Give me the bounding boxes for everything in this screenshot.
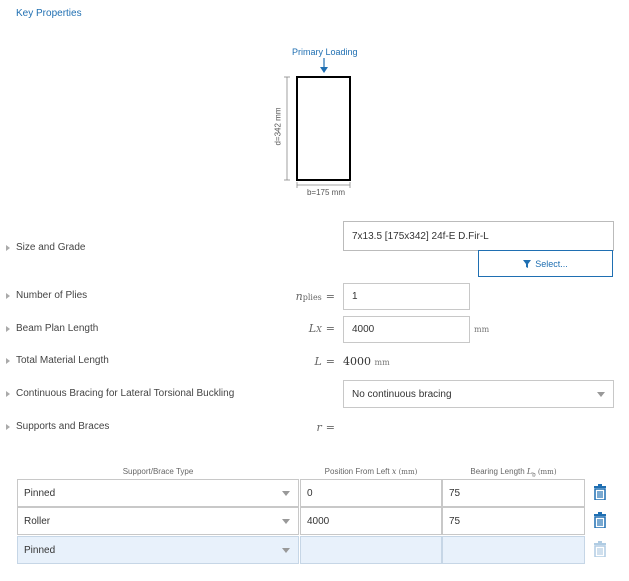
- expand-icon: [6, 244, 10, 251]
- size-grade-display: 7x13.5 [175x342] 24f-E D.Fir-L: [343, 221, 614, 251]
- beam-section-rect: [296, 76, 351, 181]
- chevron-down-icon: [282, 519, 290, 524]
- size-grade-label: Size and Grade: [16, 242, 86, 253]
- size-grade-row-label[interactable]: Size and Grade: [6, 242, 86, 253]
- expand-icon: [6, 357, 10, 364]
- material-length-label: Total Material Length: [16, 355, 109, 366]
- trash-icon[interactable]: [593, 512, 607, 528]
- loading-arrow-head: [320, 67, 328, 73]
- expand-icon: [6, 292, 10, 299]
- section-title[interactable]: Key Properties: [16, 8, 82, 19]
- plan-length-row-label[interactable]: Beam Plan Length: [6, 323, 98, 334]
- material-length-unit: mm: [374, 358, 390, 367]
- bearing-length-value: 75: [449, 515, 461, 527]
- supports-label: Supports and Braces: [16, 421, 110, 432]
- support-type-select[interactable]: Roller: [17, 507, 299, 535]
- support-type-select[interactable]: Pinned: [17, 479, 299, 507]
- bearing-length-value: 75: [449, 487, 461, 499]
- plan-length-label: Beam Plan Length: [16, 323, 99, 334]
- plan-length-unit: mm: [474, 325, 490, 334]
- header-support-type: Support/Brace Type: [122, 467, 194, 476]
- chevron-down-icon: [282, 491, 290, 496]
- bracing-label: Continuous Bracing for Lateral Torsional…: [16, 388, 235, 399]
- supports-symbol: r =: [316, 421, 335, 434]
- select-size-button[interactable]: Select...: [478, 250, 613, 277]
- plies-label: Number of Plies: [16, 290, 88, 301]
- bearing-length-input[interactable]: [442, 536, 585, 564]
- bracing-value: No continuous bracing: [352, 388, 452, 400]
- trash-icon[interactable]: [593, 484, 607, 500]
- chevron-down-icon: [282, 548, 290, 553]
- select-size-label: Select...: [535, 258, 568, 269]
- position-input[interactable]: 4000: [300, 507, 442, 535]
- width-label: b=175 mm: [306, 188, 346, 197]
- plan-length-value: 4000: [352, 324, 375, 335]
- support-type-value: Pinned: [24, 487, 56, 499]
- depth-label: d=342 mm: [273, 107, 283, 146]
- plies-row-label[interactable]: Number of Plies: [6, 290, 87, 301]
- bearing-length-input[interactable]: 75: [442, 479, 585, 507]
- material-length-symbol: L =: [314, 355, 335, 368]
- material-length-value: 4000: [343, 355, 371, 368]
- expand-icon: [6, 390, 10, 397]
- cross-section-diagram: [284, 58, 351, 188]
- plan-length-input[interactable]: 4000: [343, 316, 470, 343]
- expand-icon: [6, 423, 10, 430]
- support-type-select[interactable]: Pinned: [17, 536, 299, 564]
- bracing-row-label[interactable]: Continuous Bracing for Lateral Torsional…: [6, 388, 234, 399]
- material-length-value-group: 4000 mm: [343, 355, 390, 368]
- position-value: 4000: [307, 515, 330, 527]
- plies-input[interactable]: 1: [343, 283, 470, 310]
- position-input[interactable]: [300, 536, 442, 564]
- support-type-value: Roller: [24, 515, 51, 527]
- position-value: 0: [307, 487, 313, 499]
- trash-icon: [594, 541, 606, 557]
- header-position: Position From Left x (mm): [324, 467, 418, 476]
- bracing-select[interactable]: No continuous bracing: [343, 380, 614, 408]
- header-bearing-length: Bearing Length Lb (mm): [470, 467, 557, 479]
- size-grade-value: 7x13.5 [175x342] 24f-E D.Fir-L: [352, 230, 489, 242]
- material-length-row-label[interactable]: Total Material Length: [6, 355, 109, 366]
- bearing-length-input[interactable]: 75: [442, 507, 585, 535]
- plies-value: 1: [352, 291, 358, 302]
- expand-icon: [6, 325, 10, 332]
- supports-row-label[interactable]: Supports and Braces: [6, 421, 109, 432]
- plan-length-symbol: LX =: [308, 322, 335, 335]
- filter-icon: [523, 259, 532, 268]
- support-type-value: Pinned: [24, 544, 56, 556]
- chevron-down-icon: [597, 392, 605, 397]
- plies-symbol: nplies =: [295, 290, 335, 303]
- position-input[interactable]: 0: [300, 479, 442, 507]
